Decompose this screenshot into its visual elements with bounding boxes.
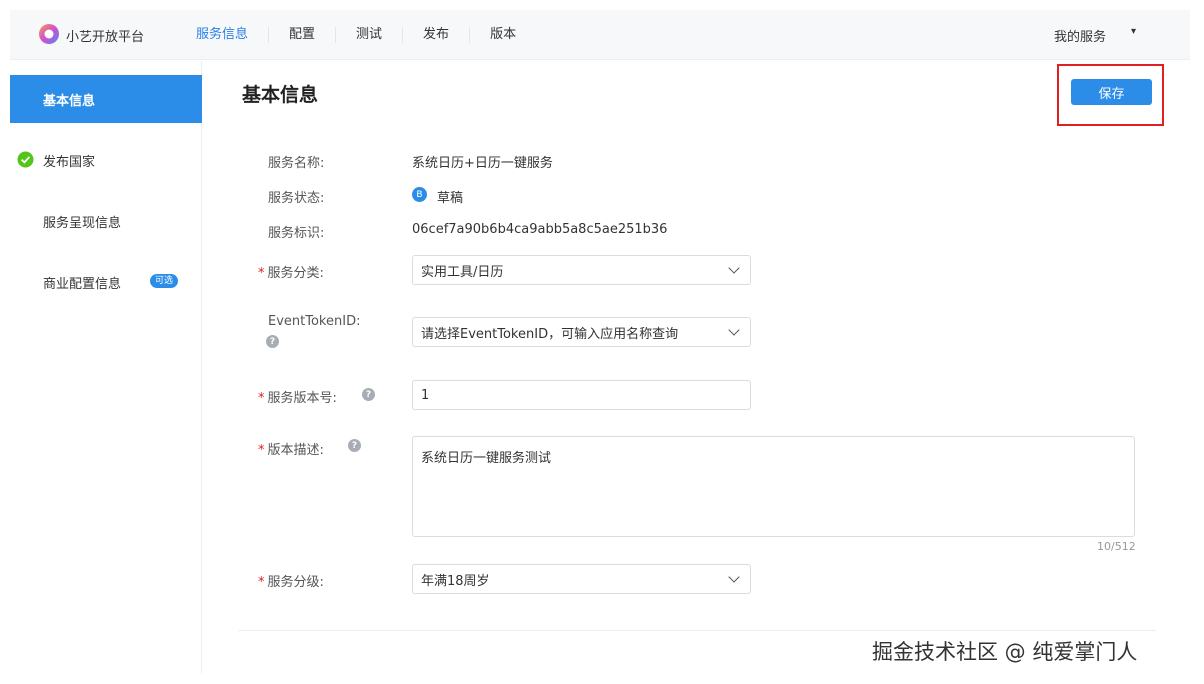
required-mark: * [258, 443, 265, 458]
watermark-text: 掘金技术社区 @ 纯爱掌门人 [872, 640, 1138, 664]
grade-select-value: 年满18周岁 [421, 573, 490, 589]
service-name-value: 系统日历+日历一键服务 [412, 156, 553, 171]
service-id-label: 服务标识: [268, 226, 325, 241]
service-name-label: 服务名称: [268, 156, 325, 171]
sidebar-item-label: 服务呈现信息 [43, 215, 122, 231]
description-label-text: 版本描述: [267, 443, 324, 458]
caret-down-icon[interactable]: ▾ [1131, 26, 1136, 37]
chevron-down-icon [728, 324, 740, 336]
nav-service-info[interactable]: 服务信息 [190, 27, 268, 43]
grade-label: * 服务分级: [258, 571, 324, 590]
sidebar-item-basic-info[interactable]: 基本信息 [10, 75, 202, 123]
my-services-menu[interactable]: 我的服务 [1054, 26, 1106, 45]
chevron-down-icon [728, 571, 740, 583]
category-select-value: 实用工具/日历 [421, 264, 504, 280]
grade-label-text: 服务分级: [267, 575, 324, 590]
description-textarea[interactable]: 系统日历一键服务测试 [412, 436, 1135, 537]
version-label-text: 服务版本号: [267, 391, 337, 406]
nav-test[interactable]: 测试 [335, 27, 402, 43]
main-nav: 服务信息 配置 测试 发布 版本 [190, 10, 536, 60]
chevron-down-icon [728, 262, 740, 274]
version-input[interactable]: 1 [412, 380, 751, 410]
required-mark: * [258, 266, 265, 281]
sidebar-item-label: 基本信息 [43, 93, 96, 109]
save-button[interactable]: 保存 [1071, 79, 1152, 105]
version-input-value: 1 [421, 387, 430, 403]
required-mark: * [258, 391, 265, 406]
xiaoyi-logo-icon [39, 24, 59, 44]
sidebar-item-label: 发布国家 [43, 154, 96, 170]
sidebar: 基本信息 发布国家 服务呈现信息 商业配置信息 可选 [10, 61, 202, 673]
nav-version[interactable]: 版本 [469, 27, 536, 43]
top-navigation-bar: 小艺开放平台 服务信息 配置 测试 发布 版本 我的服务 ▾ [10, 10, 1190, 60]
event-token-placeholder: 请选择EventTokenID，可输入应用名称查询 [421, 326, 679, 342]
page-title: 基本信息 [242, 84, 319, 106]
event-token-select[interactable]: 请选择EventTokenID，可输入应用名称查询 [412, 317, 751, 347]
grade-select[interactable]: 年满18周岁 [412, 564, 751, 594]
help-icon[interactable]: ? [266, 335, 279, 348]
nav-config[interactable]: 配置 [268, 27, 335, 43]
version-label: * 服务版本号: [258, 387, 337, 406]
sidebar-item-presentation-info[interactable]: 服务呈现信息 [10, 197, 202, 245]
check-circle-icon [17, 151, 34, 168]
service-status-label: 服务状态: [268, 191, 325, 206]
sidebar-item-label: 商业配置信息 [43, 276, 122, 292]
help-icon[interactable]: ? [348, 439, 361, 452]
service-id-value: 06cef7a90b6b4ca9abb5a8c5ae251b36 [412, 222, 668, 237]
event-token-label: EventTokenID: [268, 314, 361, 329]
basic-info-form [238, 126, 1156, 631]
category-label: * 服务分类: [258, 262, 324, 281]
nav-publish[interactable]: 发布 [402, 27, 469, 43]
service-status-value: 草稿 [437, 191, 464, 206]
draft-status-icon: B [412, 187, 427, 202]
required-mark: * [258, 575, 265, 590]
description-label: * 版本描述: [258, 439, 324, 458]
sidebar-item-publish-country[interactable]: 发布国家 [10, 136, 202, 184]
category-label-text: 服务分类: [267, 266, 324, 281]
optional-badge: 可选 [150, 274, 179, 288]
sidebar-item-business-config[interactable]: 商业配置信息 可选 [10, 258, 202, 306]
brand-name: 小艺开放平台 [66, 30, 145, 45]
help-icon[interactable]: ? [362, 388, 375, 401]
category-select[interactable]: 实用工具/日历 [412, 255, 751, 285]
character-counter: 10/512 [1097, 540, 1136, 553]
